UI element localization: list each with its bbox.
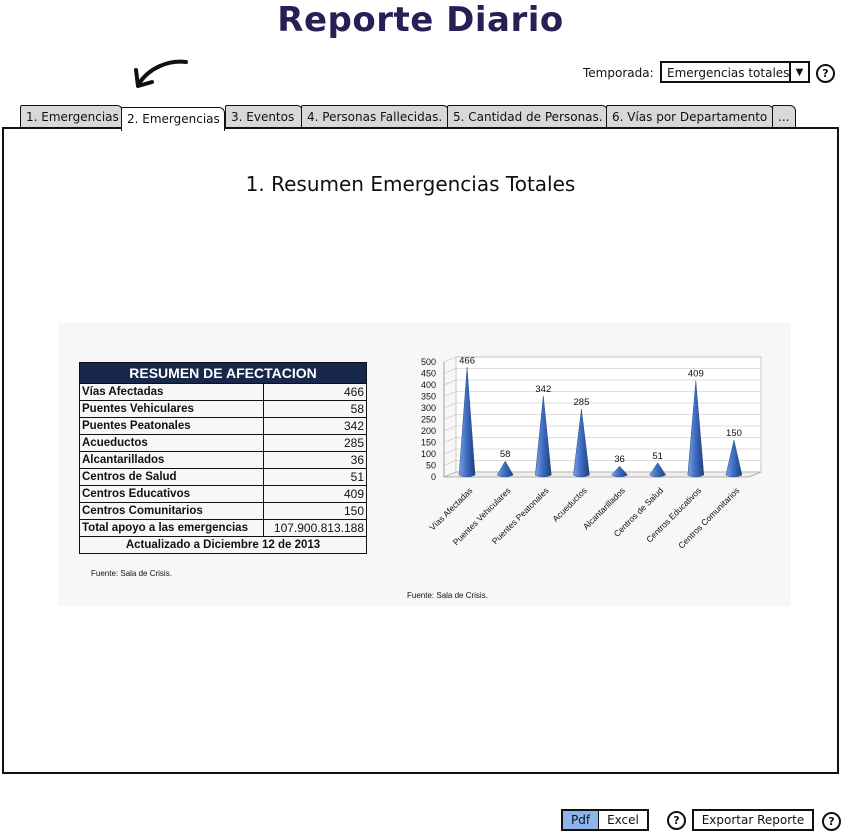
row-value: 150 — [263, 502, 367, 520]
tab-emergencias-1[interactable]: 1. Emergencias — [20, 105, 123, 127]
data-label: 51 — [652, 451, 663, 462]
row-value: 58 — [263, 400, 367, 418]
summary-table: RESUMEN DE AFECTACION Vías Afectadas 466 … — [78, 362, 367, 554]
y-tick-label: 350 — [421, 392, 436, 402]
summary-table-footer: Actualizado a Diciembre 12 de 2013 — [79, 536, 367, 554]
excel-button[interactable]: Excel — [599, 811, 647, 829]
row-value: 466 — [263, 383, 367, 401]
table-row: Centros Educativos 409 — [78, 485, 367, 503]
table-row: Centros de Salud 51 — [78, 468, 367, 486]
temporada-label: Temporada: — [583, 66, 654, 80]
pdf-button[interactable]: Pdf — [563, 811, 600, 829]
row-value: 51 — [263, 468, 367, 486]
temporada-value: Emergencias totales — [667, 66, 790, 80]
page-title: Reporte Diario — [277, 0, 564, 40]
table-row: Puentes Peatonales 342 — [78, 417, 367, 435]
table-row: Acueductos 285 — [78, 434, 367, 452]
gridline-side — [443, 368, 457, 374]
gridline-side — [443, 425, 457, 432]
row-value: 107.900.813.188 — [263, 519, 367, 537]
gridline-side — [443, 460, 457, 466]
data-label: 409 — [688, 368, 704, 379]
export-report-button[interactable]: Exportar Reporte — [692, 809, 814, 831]
table-row: Total apoyo a las emergencias 107.900.813… — [78, 519, 367, 537]
row-label: Total apoyo a las emergencias — [78, 519, 265, 537]
data-label: 466 — [459, 355, 475, 366]
chart-floor — [443, 471, 762, 478]
y-tick-label: 400 — [421, 380, 436, 390]
row-value: 285 — [263, 434, 367, 452]
row-value: 36 — [263, 451, 367, 469]
format-toggle: Pdf Excel — [561, 809, 649, 831]
table-row: Centros Comunitarios 150 — [78, 502, 367, 520]
chart-source-note: Fuente: Sala de Crisis. — [407, 591, 488, 600]
arrow-annotation-icon — [134, 59, 188, 88]
table-row: Puentes Vehiculares 58 — [78, 400, 367, 418]
tab-eventos[interactable]: 3. Eventos — [225, 105, 303, 127]
row-label: Acueductos — [78, 434, 265, 452]
tab-personas-fallecidas[interactable]: 4. Personas Fallecidas. — [301, 105, 449, 127]
row-label: Puentes Peatonales — [78, 417, 265, 435]
panel-title: 1. Resumen Emergencias Totales — [245, 172, 576, 196]
row-label: Alcantarillados — [78, 451, 265, 469]
table-source-note: Fuente: Sala de Crisis. — [91, 569, 172, 578]
row-value: 342 — [263, 417, 367, 435]
gridline-side — [443, 391, 457, 397]
chevron-down-icon[interactable]: ▼ — [789, 63, 808, 81]
gridline-side — [443, 356, 457, 363]
x-tick-label: Acueductos — [550, 485, 588, 523]
gridline-side — [443, 448, 457, 455]
gridline-side — [443, 379, 457, 386]
emergency-chart: 050100150200250300350400450500 466Vías Af… — [421, 355, 762, 551]
tab-emergencias-2[interactable]: 2. Emergencias — [121, 107, 225, 131]
tab-cantidad-personas[interactable]: 5. Cantidad de Personas. — [447, 105, 608, 127]
y-tick-label: 0 — [431, 472, 436, 482]
y-tick-label: 200 — [421, 426, 436, 436]
row-label: Centros Comunitarios — [78, 502, 265, 520]
help-icon[interactable]: ? — [822, 812, 841, 831]
tab-more[interactable]: ... — [772, 105, 796, 127]
table-row: Vías Afectadas 466 — [78, 383, 367, 401]
summary-table-header: RESUMEN DE AFECTACION — [79, 362, 367, 384]
row-value: 409 — [263, 485, 367, 503]
y-tick-label: 150 — [421, 438, 436, 448]
data-label: 150 — [726, 428, 742, 439]
y-tick-label: 300 — [421, 403, 436, 413]
data-label: 36 — [614, 454, 625, 465]
help-icon[interactable]: ? — [816, 64, 835, 83]
table-row: Alcantarillados 36 — [78, 451, 367, 469]
temporada-select[interactable]: Emergencias totales ▼ — [660, 61, 810, 83]
gridline-side — [443, 437, 457, 443]
gridline-side — [443, 402, 457, 409]
help-icon[interactable]: ? — [667, 811, 686, 830]
y-tick-label: 250 — [421, 415, 436, 425]
row-label: Vías Afectadas — [78, 383, 265, 401]
row-label: Puentes Vehiculares — [78, 400, 265, 418]
data-label: 58 — [500, 449, 511, 460]
y-tick-label: 50 — [426, 461, 436, 471]
row-label: Centros Educativos — [78, 485, 265, 503]
data-label: 342 — [535, 384, 551, 395]
y-tick-label: 100 — [421, 449, 436, 459]
y-tick-label: 450 — [421, 369, 436, 379]
data-label: 285 — [574, 397, 590, 408]
row-label: Centros de Salud — [78, 468, 265, 486]
tab-vias-departamento[interactable]: 6. Vías por Departamento — [606, 105, 774, 127]
gridline-side — [443, 414, 457, 420]
y-tick-label: 500 — [421, 357, 436, 367]
